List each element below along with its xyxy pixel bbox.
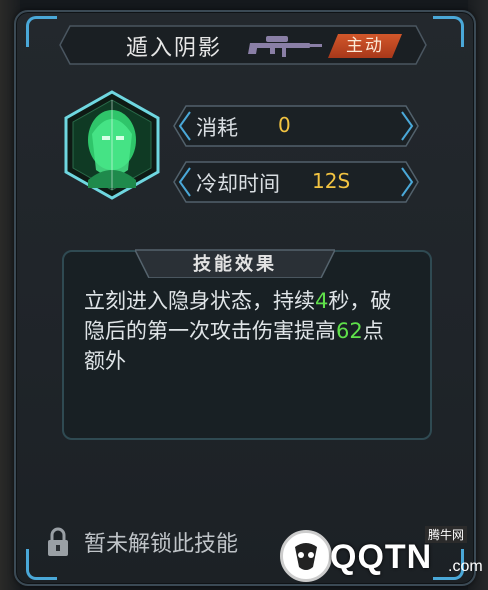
stat-label-cost: 消耗 bbox=[196, 116, 238, 140]
stat-row-cooldown: 冷却时间 12S bbox=[172, 160, 420, 204]
watermark-tag: 腾牛网 bbox=[425, 526, 468, 543]
skill-title-bar: 遁入阴影 主动 bbox=[58, 24, 428, 66]
stat-value-cooldown: 12S bbox=[312, 169, 351, 193]
frame-corner-top-right bbox=[433, 16, 464, 47]
site-watermark: QQTN .com 腾牛网 bbox=[280, 526, 483, 586]
skill-name: 遁入阴影 bbox=[126, 36, 223, 61]
stat-value-cost: 0 bbox=[278, 113, 291, 137]
stat-row-cost: 消耗 0 bbox=[172, 104, 420, 148]
hooded-assassin-portrait-icon bbox=[64, 90, 160, 200]
effect-damage-value: 62 bbox=[336, 319, 363, 343]
watermark-domain: .com bbox=[448, 558, 483, 575]
sniper-rifle-icon bbox=[248, 36, 322, 57]
effect-description: 立刻进入隐身状态，持续4秒，破隐后的第一次攻击伤害提高62点额外 bbox=[84, 286, 404, 376]
effect-text-part: 立刻进入隐身状态，持续 bbox=[84, 289, 315, 313]
watermark-logo-icon bbox=[280, 530, 332, 582]
frame-corner-top-left bbox=[26, 16, 57, 47]
watermark-brand: QQTN bbox=[330, 538, 433, 576]
lock-message: 暂未解锁此技能 bbox=[84, 532, 239, 557]
stat-label-cooldown: 冷却时间 bbox=[196, 172, 280, 196]
effect-duration-value: 4 bbox=[315, 289, 329, 313]
effect-title: 技能效果 bbox=[193, 254, 277, 275]
padlock-icon bbox=[48, 527, 68, 556]
skill-type-badge: 主动 bbox=[328, 34, 402, 58]
